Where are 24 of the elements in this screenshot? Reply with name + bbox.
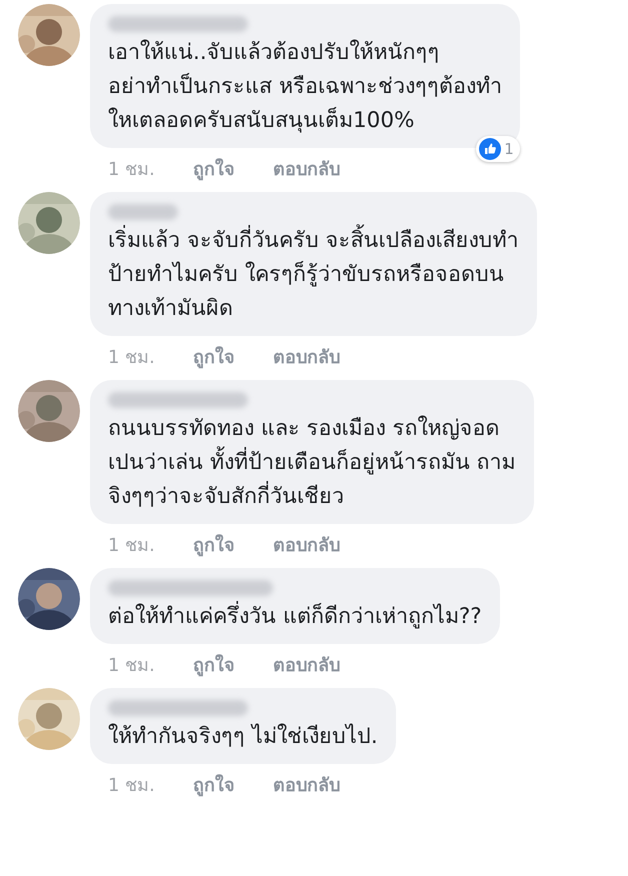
like-link[interactable]: ถูกใจ xyxy=(192,770,235,798)
like-link[interactable]: ถูกใจ xyxy=(192,342,235,370)
thumbs-up-icon xyxy=(479,138,502,160)
timestamp: 1 ชม. xyxy=(108,534,155,558)
timestamp: 1 ชม. xyxy=(108,774,155,798)
reaction-badge[interactable]: 1 xyxy=(476,136,520,162)
comment-text: ถนนบรรทัดทอง และ รองเมือง รถใหญ่จอด เปนว่าเล่น ทั้งที่ป้ายเตือนก็อยู่หน้ารถมัน ถาม จิงๆๆว่าจะจับสักกี่วันเชียว xyxy=(108,414,516,511)
comment-text: ต่อให้ทำแค่ครึ่งวัน แต่ก็ดีกว่าเห่าถูกไม?? xyxy=(108,600,482,634)
reply-link[interactable]: ตอบกลับ xyxy=(272,530,340,558)
reply-link[interactable]: ตอบกลับ xyxy=(272,154,340,182)
reply-link[interactable]: ตอบกลับ xyxy=(272,342,340,370)
like-link[interactable]: ถูกใจ xyxy=(192,650,235,678)
reply-link[interactable]: ตอบกลับ xyxy=(272,650,340,678)
like-link[interactable]: ถูกใจ xyxy=(192,154,235,182)
blurred-name xyxy=(108,204,178,220)
comment-text: เริ่มแล้ว จะจับกี่วันครับ จะสิ้นเปลืองเสียงบทำ ป้ายทำไมครับ ใครๆก็รู้ว่าขับรถหรือจอดบน ทางเท้ามันผิด xyxy=(108,224,519,326)
reaction-count: 1 xyxy=(504,140,514,158)
like-link[interactable]: ถูกใจ xyxy=(192,530,235,558)
timestamp: 1 ชม. xyxy=(108,346,155,370)
comment-text: ให้ทำกันจริงๆๆ ไม่ใช่เงียบไป. xyxy=(108,722,378,751)
timestamp: 1 ชม. xyxy=(108,654,155,678)
timestamp: 1 ชม. xyxy=(108,158,155,182)
comment-text: เอาให้แน่..จับแล้วต้องปรับให้หนักๆๆ อย่าทำเป็นกระแส หรือเฉพาะช่วงๆๆต้องทำ ใหเตลอดครับสนับสนุนเต็ม100% xyxy=(108,38,502,135)
reply-link[interactable]: ตอบกลับ xyxy=(272,770,340,798)
